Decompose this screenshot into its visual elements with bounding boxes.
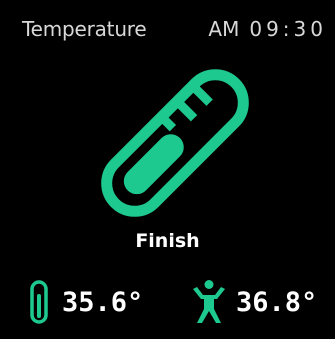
ambient-temperature-value: 35.6° <box>62 286 144 318</box>
thermometer-icon <box>30 280 48 324</box>
measurement-status: Finish <box>135 230 200 252</box>
body-temperature-value: 36.8° <box>236 286 318 318</box>
clock: AM 09:30 <box>208 17 327 41</box>
person-icon <box>193 280 225 323</box>
clock-ampm: AM <box>208 17 240 41</box>
app-title: Temperature <box>22 17 147 41</box>
readings-bar: 35.6° 36.8° <box>0 272 335 332</box>
status-bar: Temperature AM 09:30 <box>0 0 335 52</box>
body-reading: 36.8° <box>190 272 317 332</box>
thermometer-measuring-icon <box>100 68 250 218</box>
clock-time: 09:30 <box>249 17 327 41</box>
ambient-reading: 35.6° <box>30 272 143 332</box>
